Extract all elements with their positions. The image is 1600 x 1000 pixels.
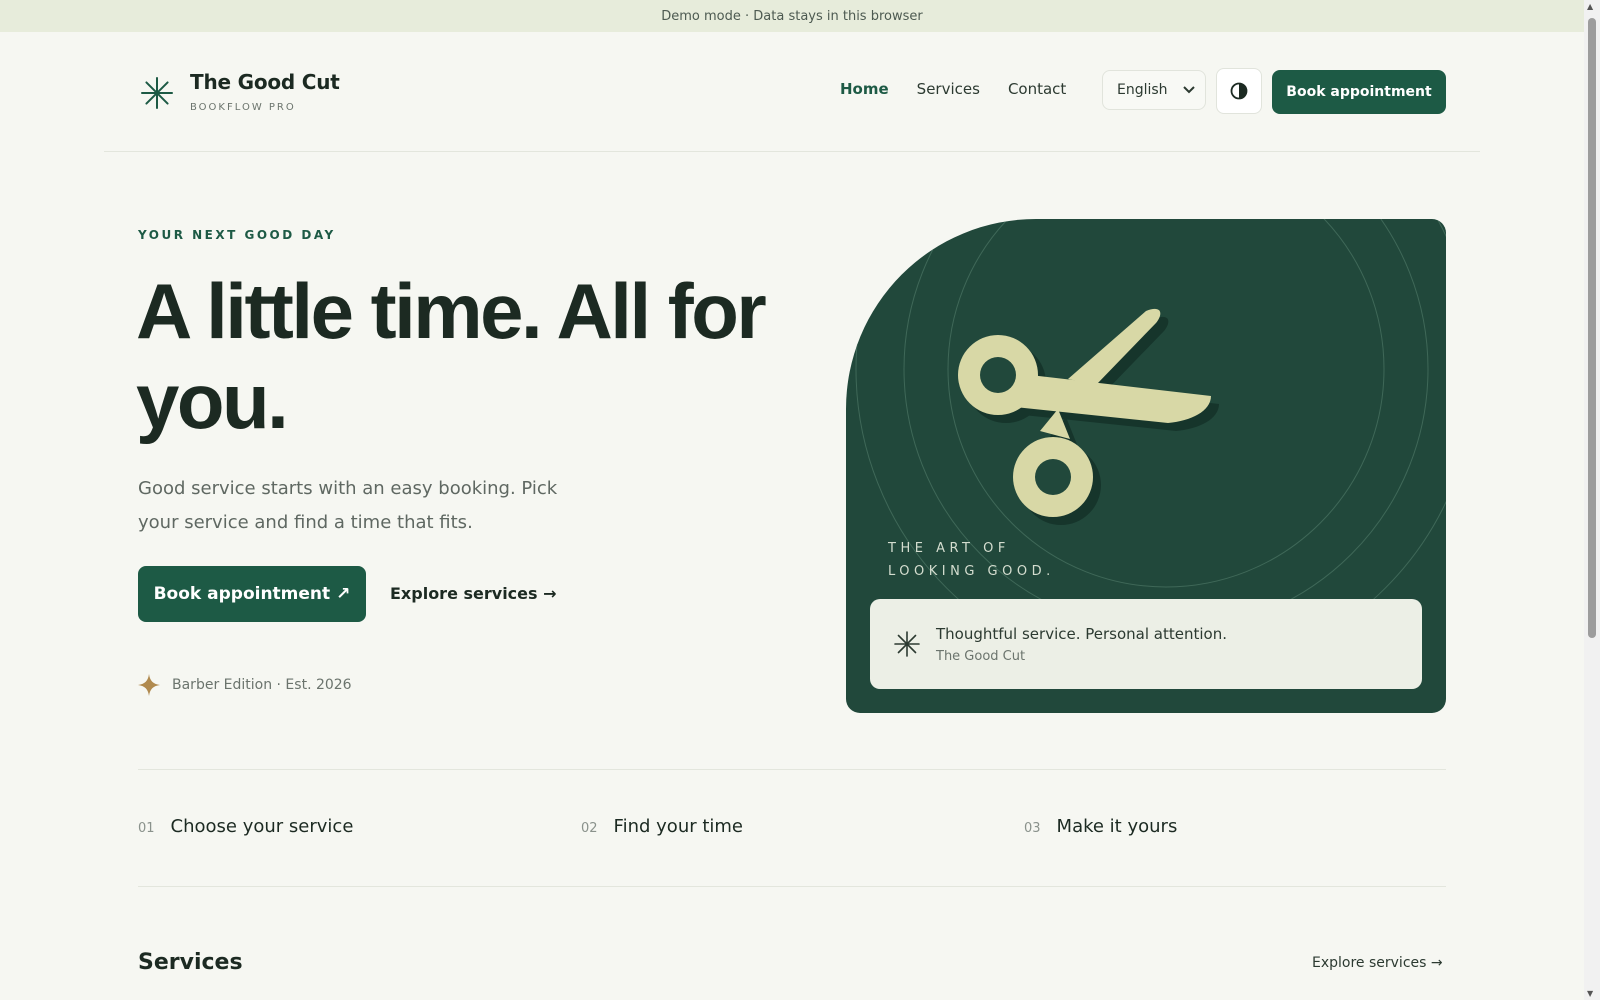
hero-card: THE ART OF LOOKING GOOD. Thoughtful serv… bbox=[846, 219, 1446, 713]
demo-banner-text: Demo mode · Data stays in this browser bbox=[661, 8, 923, 24]
nav-services[interactable]: Services bbox=[917, 80, 980, 98]
chevron-down-icon bbox=[1183, 86, 1195, 94]
step-item: 03 Make it yours bbox=[1024, 816, 1177, 837]
hero-card-tagline: THE ART OF LOOKING GOOD. bbox=[888, 537, 1055, 583]
nav-contact[interactable]: Contact bbox=[1008, 80, 1066, 98]
nav-home[interactable]: Home bbox=[840, 80, 889, 98]
hero-book-button[interactable]: Book appointment ↗ bbox=[138, 566, 366, 622]
sparkle-icon bbox=[138, 674, 160, 696]
asterisk-icon bbox=[894, 631, 920, 657]
brand-subtitle: BOOKFLOW PRO bbox=[190, 102, 296, 113]
scroll-up-icon[interactable]: ▲ bbox=[1587, 2, 1593, 11]
theme-toggle-button[interactable] bbox=[1216, 68, 1262, 114]
quote-box: Thoughtful service. Personal attention. … bbox=[870, 599, 1422, 689]
tagline-line-1: THE ART OF bbox=[888, 541, 1010, 556]
quote-main: Thoughtful service. Personal attention. bbox=[936, 624, 1227, 643]
edition-text: Barber Edition · Est. 2026 bbox=[172, 677, 352, 693]
services-heading: Services bbox=[138, 950, 243, 975]
step-number: 02 bbox=[581, 821, 598, 836]
edition-note: Barber Edition · Est. 2026 bbox=[138, 674, 352, 696]
language-value: English bbox=[1117, 82, 1168, 98]
brand-name: The Good Cut bbox=[190, 70, 340, 94]
contrast-icon bbox=[1230, 82, 1248, 100]
quote-attribution: The Good Cut bbox=[936, 648, 1026, 664]
scissors-icon bbox=[958, 308, 1219, 525]
demo-banner: Demo mode · Data stays in this browser bbox=[0, 0, 1584, 32]
step-number: 03 bbox=[1024, 821, 1041, 836]
step-label: Choose your service bbox=[170, 816, 354, 837]
explore-services-link[interactable]: Explore services → bbox=[390, 584, 557, 603]
hero-title: A little time. All for you. bbox=[136, 267, 767, 445]
section-divider bbox=[138, 769, 1446, 770]
main-nav: Home Services Contact bbox=[840, 80, 1066, 98]
scrollbar-thumb[interactable] bbox=[1588, 18, 1596, 638]
scroll-down-icon[interactable]: ▼ bbox=[1587, 989, 1593, 998]
step-item: 02 Find your time bbox=[581, 816, 743, 837]
services-explore-link[interactable]: Explore services → bbox=[1312, 955, 1443, 971]
book-appointment-button[interactable]: Book appointment bbox=[1272, 70, 1446, 114]
scrollbar[interactable]: ▲ ▼ bbox=[1584, 0, 1600, 1000]
step-number: 01 bbox=[138, 821, 155, 836]
step-item: 01 Choose your service bbox=[138, 816, 353, 837]
asterisk-icon bbox=[141, 77, 173, 109]
site-header: The Good Cut BOOKFLOW PRO Home Services … bbox=[104, 32, 1480, 152]
hero-eyebrow: YOUR NEXT GOOD DAY bbox=[138, 228, 336, 242]
tagline-line-2: LOOKING GOOD. bbox=[888, 564, 1055, 579]
step-label: Make it yours bbox=[1056, 816, 1178, 837]
language-select[interactable]: English bbox=[1102, 70, 1206, 110]
quote-text: Thoughtful service. Personal attention. … bbox=[936, 625, 1227, 664]
hero-book-label: Book appointment bbox=[153, 584, 331, 604]
hero-description: Good service starts with an easy booking… bbox=[138, 478, 558, 533]
arrow-up-right-icon: ↗ bbox=[336, 584, 351, 604]
step-label: Find your time bbox=[613, 816, 744, 837]
section-divider bbox=[138, 886, 1446, 887]
brand[interactable]: The Good Cut BOOKFLOW PRO bbox=[140, 70, 340, 113]
